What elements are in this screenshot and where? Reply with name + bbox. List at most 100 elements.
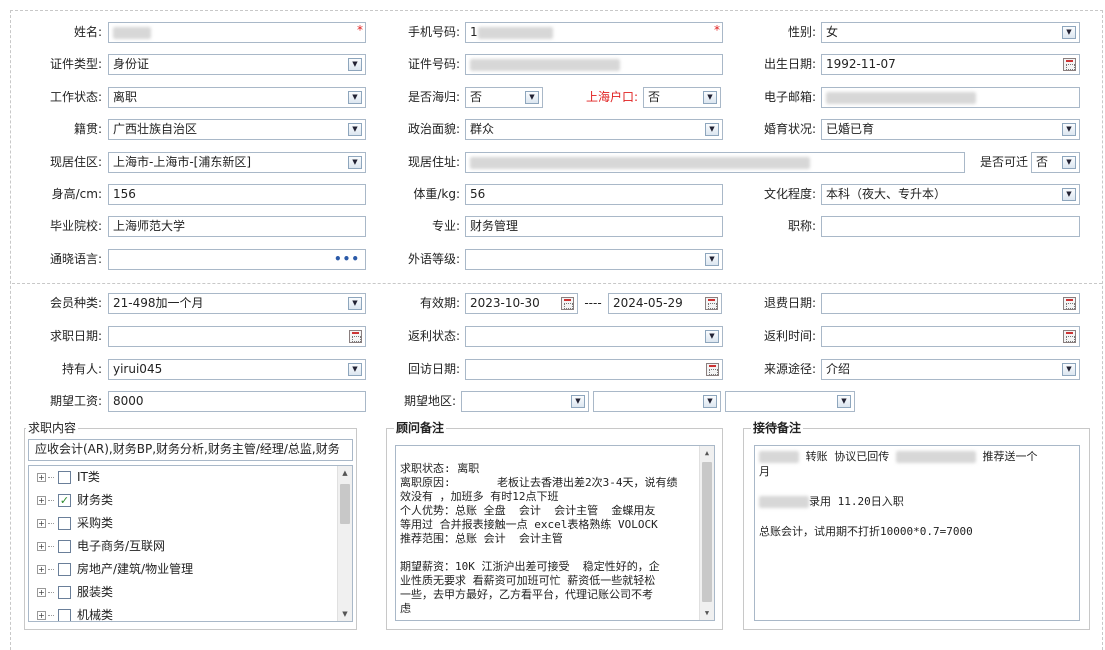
calendar-icon[interactable] xyxy=(561,297,574,310)
rebate-status-select[interactable]: ▼ xyxy=(465,326,723,347)
school-field[interactable]: 上海师范大学 xyxy=(108,216,366,237)
member-type-select[interactable]: 21-498加一个月 ▼ xyxy=(108,293,366,314)
address-field[interactable] xyxy=(465,152,965,173)
scroll-down-icon[interactable]: ▼ xyxy=(700,606,714,620)
salary-field[interactable]: 8000 xyxy=(108,391,366,412)
relocate-select[interactable]: 否 ▼ xyxy=(1031,152,1080,173)
valid-from-field[interactable]: 2023-10-30 xyxy=(465,293,578,314)
calendar-icon[interactable] xyxy=(1063,330,1076,343)
job-content-summary[interactable]: 应收会计(AR),财务BP,财务分析,财务主管/经理/总监,财务 xyxy=(28,439,353,461)
email-field[interactable] xyxy=(821,87,1080,108)
checkbox-icon[interactable] xyxy=(58,540,71,553)
tree-expand-icon[interactable]: + xyxy=(37,565,46,574)
visit-date-field[interactable] xyxy=(465,359,723,380)
birth-date-field[interactable]: 1992-11-07 xyxy=(821,54,1080,75)
dropdown-arrow-icon[interactable]: ▼ xyxy=(348,156,362,169)
district-select[interactable]: 上海市-上海市-[浦东新区] ▼ xyxy=(108,152,366,173)
tree-item[interactable]: + 机械类 xyxy=(37,604,113,621)
dropdown-arrow-icon[interactable]: ▼ xyxy=(571,395,585,408)
dropdown-arrow-icon[interactable]: ▼ xyxy=(837,395,851,408)
phone-field[interactable]: 1 * xyxy=(465,22,723,43)
consultant-note-line: 一些，去甲方最好，乙方看平台，代理记账公司不考 xyxy=(400,588,653,601)
holder-select[interactable]: yirui045 ▼ xyxy=(108,359,366,380)
gender-select[interactable]: 女 ▼ xyxy=(821,22,1080,43)
native-select[interactable]: 广西壮族自治区 ▼ xyxy=(108,119,366,140)
more-options-icon[interactable]: ••• xyxy=(334,250,360,269)
dropdown-arrow-icon[interactable]: ▼ xyxy=(348,58,362,71)
checkbox-icon[interactable]: ✓ xyxy=(58,494,71,507)
region-select-1[interactable]: ▼ xyxy=(461,391,589,412)
scroll-thumb[interactable] xyxy=(340,484,350,524)
valid-to-field[interactable]: 2024-05-29 xyxy=(608,293,722,314)
jobsearch-date-field[interactable] xyxy=(108,326,366,347)
dropdown-arrow-icon[interactable]: ▼ xyxy=(1062,123,1076,136)
dropdown-arrow-icon[interactable]: ▼ xyxy=(348,363,362,376)
foreign-select[interactable]: ▼ xyxy=(465,249,723,270)
political-select[interactable]: 群众 ▼ xyxy=(465,119,723,140)
weight-field[interactable]: 56 xyxy=(465,184,723,205)
name-field[interactable]: * xyxy=(108,22,366,43)
refund-date-field[interactable] xyxy=(821,293,1080,314)
tree-expand-icon[interactable]: + xyxy=(37,496,46,505)
region-select-3[interactable]: ▼ xyxy=(725,391,855,412)
dropdown-arrow-icon[interactable]: ▼ xyxy=(1062,156,1076,169)
dropdown-arrow-icon[interactable]: ▼ xyxy=(1062,26,1076,39)
title-field[interactable] xyxy=(821,216,1080,237)
education-select[interactable]: 本科（夜大、专升本） ▼ xyxy=(821,184,1080,205)
hukou-select[interactable]: 否 ▼ xyxy=(643,87,721,108)
tree-item[interactable]: + 房地产/建筑/物业管理 xyxy=(37,558,193,580)
tree-expand-icon[interactable]: + xyxy=(37,473,46,482)
tree-expand-icon[interactable]: + xyxy=(37,519,46,528)
notes-scrollbar[interactable]: ▲ ▼ xyxy=(699,446,714,620)
checkbox-icon[interactable] xyxy=(58,563,71,576)
dropdown-arrow-icon[interactable]: ▼ xyxy=(348,297,362,310)
calendar-icon[interactable] xyxy=(349,330,362,343)
source-select[interactable]: 介绍 ▼ xyxy=(821,359,1080,380)
dropdown-arrow-icon[interactable]: ▼ xyxy=(525,91,539,104)
tree-item[interactable]: + 服装类 xyxy=(37,581,113,603)
tree-expand-icon[interactable]: + xyxy=(37,588,46,597)
tree-expand-icon[interactable]: + xyxy=(37,542,46,551)
dropdown-arrow-icon[interactable]: ▼ xyxy=(1062,363,1076,376)
scroll-down-icon[interactable]: ▼ xyxy=(338,607,352,621)
checkbox-icon[interactable] xyxy=(58,586,71,599)
dropdown-arrow-icon[interactable]: ▼ xyxy=(705,123,719,136)
calendar-icon[interactable] xyxy=(705,297,718,310)
dropdown-arrow-icon[interactable]: ▼ xyxy=(1062,188,1076,201)
height-field[interactable]: 156 xyxy=(108,184,366,205)
calendar-icon[interactable] xyxy=(706,363,719,376)
scroll-up-icon[interactable]: ▲ xyxy=(338,466,352,480)
marital-select[interactable]: 已婚已育 ▼ xyxy=(821,119,1080,140)
scroll-thumb[interactable] xyxy=(702,462,712,602)
idno-field[interactable] xyxy=(465,54,723,75)
tree-item[interactable]: + IT类 xyxy=(37,466,100,488)
returnee-select[interactable]: 否 ▼ xyxy=(465,87,543,108)
tree-expand-icon[interactable]: + xyxy=(37,611,46,620)
consultant-notes-textarea[interactable]: 求职状态: 离职 离职原因: 老板让去香港出差2次3-4天，说有绩 效没有 ，加班多… xyxy=(395,445,715,621)
rebate-time-field[interactable] xyxy=(821,326,1080,347)
reception-notes-textarea[interactable]: 转账 协议已回传 推荐送一个 月 录用 11.20日入职 总账会计，试用期不打折… xyxy=(754,445,1080,621)
tree-item[interactable]: + ✓ 财务类 xyxy=(37,489,113,511)
idtype-select[interactable]: 身份证 ▼ xyxy=(108,54,366,75)
checkbox-icon[interactable] xyxy=(58,471,71,484)
dropdown-arrow-icon[interactable]: ▼ xyxy=(348,91,362,104)
region-label: 期望地区: xyxy=(403,394,456,408)
dropdown-arrow-icon[interactable]: ▼ xyxy=(348,123,362,136)
calendar-icon[interactable] xyxy=(1063,297,1076,310)
dropdown-arrow-icon[interactable]: ▼ xyxy=(705,330,719,343)
checkbox-icon[interactable] xyxy=(58,609,71,621)
major-field[interactable]: 财务管理 xyxy=(465,216,723,237)
dropdown-arrow-icon[interactable]: ▼ xyxy=(703,91,717,104)
region-select-2[interactable]: ▼ xyxy=(593,391,721,412)
language-field[interactable]: ••• xyxy=(108,249,366,270)
job-content-title: 求职内容 xyxy=(26,420,79,436)
tree-item[interactable]: + 采购类 xyxy=(37,512,113,534)
calendar-icon[interactable] xyxy=(1063,58,1076,71)
scroll-up-icon[interactable]: ▲ xyxy=(700,446,714,460)
dropdown-arrow-icon[interactable]: ▼ xyxy=(705,253,719,266)
tree-scrollbar[interactable]: ▲ ▼ xyxy=(337,466,352,621)
workstatus-select[interactable]: 离职 ▼ xyxy=(108,87,366,108)
checkbox-icon[interactable] xyxy=(58,517,71,530)
tree-item[interactable]: + 电子商务/互联网 xyxy=(37,535,165,557)
dropdown-arrow-icon[interactable]: ▼ xyxy=(703,395,717,408)
